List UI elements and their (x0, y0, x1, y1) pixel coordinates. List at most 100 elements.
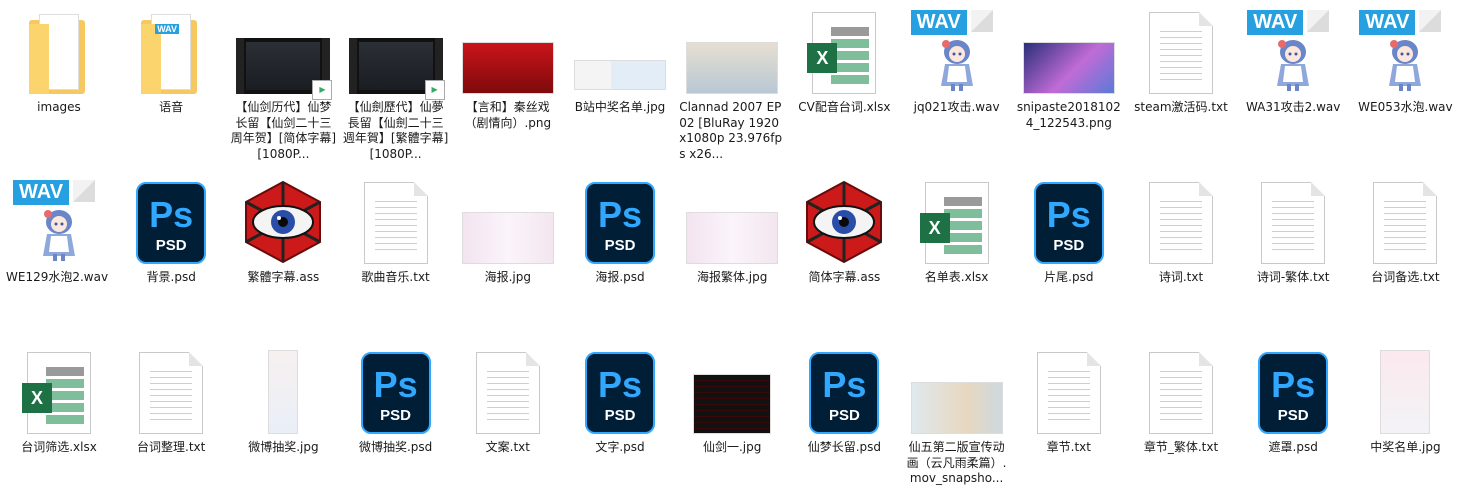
player-badge-icon: ▶ (424, 80, 445, 100)
image-thumbnail (686, 212, 779, 264)
text-file-icon (1261, 182, 1326, 264)
file-item[interactable]: 中奖名单.jpg (1350, 340, 1460, 500)
file-item[interactable]: 诗词.txt (1126, 170, 1236, 330)
file-name-label: CV配音台词.xlsx (798, 100, 891, 114)
file-item[interactable]: 歌曲音乐.txt (341, 170, 451, 330)
file-item[interactable]: 微博抽奖.jpg (228, 340, 338, 500)
file-name-label: 【仙劍歷代】仙夢長留【仙劍二十三週年賀】[繁體字幕][1080P... (342, 100, 449, 161)
file-item[interactable]: X 台词筛选.xlsx (4, 340, 114, 500)
file-item[interactable]: Ps PSD 微博抽奖.psd (341, 340, 451, 500)
file-name-label: images (37, 100, 81, 114)
text-file-icon (475, 352, 540, 434)
file-item[interactable]: steam激活码.txt (1126, 0, 1236, 160)
character-art-icon (1389, 40, 1422, 91)
image-thumbnail (693, 374, 772, 434)
file-item[interactable]: 海报繁体.jpg (677, 170, 787, 330)
file-icon-container (677, 6, 787, 94)
image-thumbnail (1022, 42, 1115, 94)
wav-tag: WAV (1359, 10, 1416, 35)
file-item[interactable]: WAV WE053水泡.wav (1350, 0, 1460, 160)
player-badge-icon: ▶ (312, 80, 333, 100)
file-name-label: 章节.txt (1046, 440, 1091, 454)
file-item[interactable]: X CV配音台词.xlsx (789, 0, 899, 160)
file-item[interactable]: 【言和】秦丝戏（剧情向）.png (453, 0, 563, 160)
file-item[interactable]: WAV WA31攻击2.wav (1238, 0, 1348, 160)
file-item[interactable]: 台词整理.txt (116, 340, 226, 500)
file-icon-container: Ps PSD (116, 176, 226, 264)
aegisub-eye-icon (806, 180, 883, 264)
character-art-icon (1277, 40, 1310, 91)
file-name-label: 名单表.xlsx (924, 270, 989, 284)
file-name-label: 海报繁体.jpg (696, 270, 768, 284)
file-item[interactable]: WAV WE129水泡2.wav (4, 170, 114, 330)
file-icon-container (1238, 176, 1348, 264)
file-item[interactable]: ▶ 【仙劍歷代】仙夢長留【仙劍二十三週年賀】[繁體字幕][1080P... (341, 0, 451, 161)
file-item[interactable]: Clannad 2007 EP02 [BluRay 1920x1080p 23.… (677, 0, 787, 161)
file-name-label: snipaste20181024_122543.png (1016, 100, 1121, 130)
file-icon-container: X (789, 6, 899, 94)
file-item[interactable]: snipaste20181024_122543.png (1014, 0, 1124, 160)
file-item[interactable]: 文案.txt (453, 340, 563, 500)
file-item[interactable]: WAV jq021攻击.wav (902, 0, 1012, 160)
text-file-icon (1149, 12, 1213, 94)
file-item[interactable]: 海报.jpg (453, 170, 563, 330)
file-name-label: 文字.psd (595, 440, 645, 454)
file-item[interactable]: 诗词-繁体.txt (1238, 170, 1348, 330)
image-thumbnail (1380, 350, 1431, 434)
wav-tag: WAV (13, 180, 70, 205)
image-thumbnail (268, 350, 299, 434)
file-icon-container: Ps PSD (1238, 346, 1348, 434)
file-icon-container (789, 176, 899, 264)
file-name-label: 语音 (159, 100, 184, 114)
file-name-label: 文案.txt (485, 440, 530, 454)
file-icon-container: WAV (4, 176, 114, 264)
file-icon-container: WAV (1238, 6, 1348, 94)
file-name-label: jq021攻击.wav (913, 100, 1000, 114)
file-name-label: 诗词-繁体.txt (1256, 270, 1330, 284)
photoshop-file-icon: Ps PSD (136, 182, 207, 264)
file-item[interactable]: WAV 语音 (116, 0, 226, 160)
photoshop-file-icon: Ps PSD (585, 182, 655, 264)
file-name-label: 台词整理.txt (137, 440, 206, 454)
file-item[interactable]: Ps PSD 遮罩.psd (1238, 340, 1348, 500)
excel-file-icon: X (919, 182, 989, 264)
file-icon-container (453, 6, 563, 94)
image-thumbnail (910, 382, 1003, 434)
file-name-label: 微博抽奖.psd (358, 440, 433, 454)
file-item[interactable]: 仙剑一.jpg (677, 340, 787, 500)
file-item[interactable]: ▶ 【仙剑历代】仙梦长留【仙剑二十三周年贺】[简体字幕][1080P... (228, 0, 338, 161)
file-item[interactable]: Ps PSD 片尾.psd (1014, 170, 1124, 330)
file-item[interactable]: 繁體字幕.ass (228, 170, 338, 330)
file-name-label: WA31攻击2.wav (1245, 100, 1341, 114)
photoshop-file-icon: Ps PSD (809, 352, 880, 434)
file-name-label: WE053水泡.wav (1358, 100, 1453, 114)
file-icon-container: ▶ (341, 6, 451, 100)
file-item[interactable]: Ps PSD 文字.psd (565, 340, 675, 500)
file-item[interactable]: Ps PSD 仙梦长留.psd (789, 340, 899, 500)
folder-icon: WAV (141, 14, 201, 94)
file-item[interactable]: 台词备选.txt (1350, 170, 1460, 330)
image-thumbnail (686, 42, 779, 94)
file-item[interactable]: images (4, 0, 114, 160)
file-icon-container: WAV (902, 6, 1012, 94)
file-item[interactable]: 章节.txt (1014, 340, 1124, 500)
photoshop-file-icon: Ps PSD (360, 352, 431, 434)
file-icon-container: Ps PSD (341, 346, 451, 434)
wav-file-icon: WAV (13, 180, 105, 264)
file-icon-container (565, 6, 675, 94)
file-item[interactable]: 仙五第二版宣传动画（云凡雨柔篇）.mov_snapsho... (902, 340, 1012, 500)
file-item[interactable]: Ps PSD 背景.psd (116, 170, 226, 330)
file-item[interactable]: B站中奖名单.jpg (565, 0, 675, 160)
file-icon-container (902, 346, 1012, 434)
file-item[interactable]: X 名单表.xlsx (902, 170, 1012, 330)
file-item[interactable]: 简体字幕.ass (789, 170, 899, 330)
file-icon-container (1350, 346, 1460, 434)
file-icon-container (453, 176, 563, 264)
wav-tag: WAV (910, 10, 967, 35)
file-name-label: 微博抽奖.jpg (248, 440, 319, 454)
file-name-label: 海报.jpg (484, 270, 531, 284)
file-item[interactable]: 章节_繁体.txt (1126, 340, 1236, 500)
file-item[interactable]: Ps PSD 海报.psd (565, 170, 675, 330)
file-name-label: 台词筛选.xlsx (21, 440, 97, 454)
file-icon-container (677, 346, 787, 434)
